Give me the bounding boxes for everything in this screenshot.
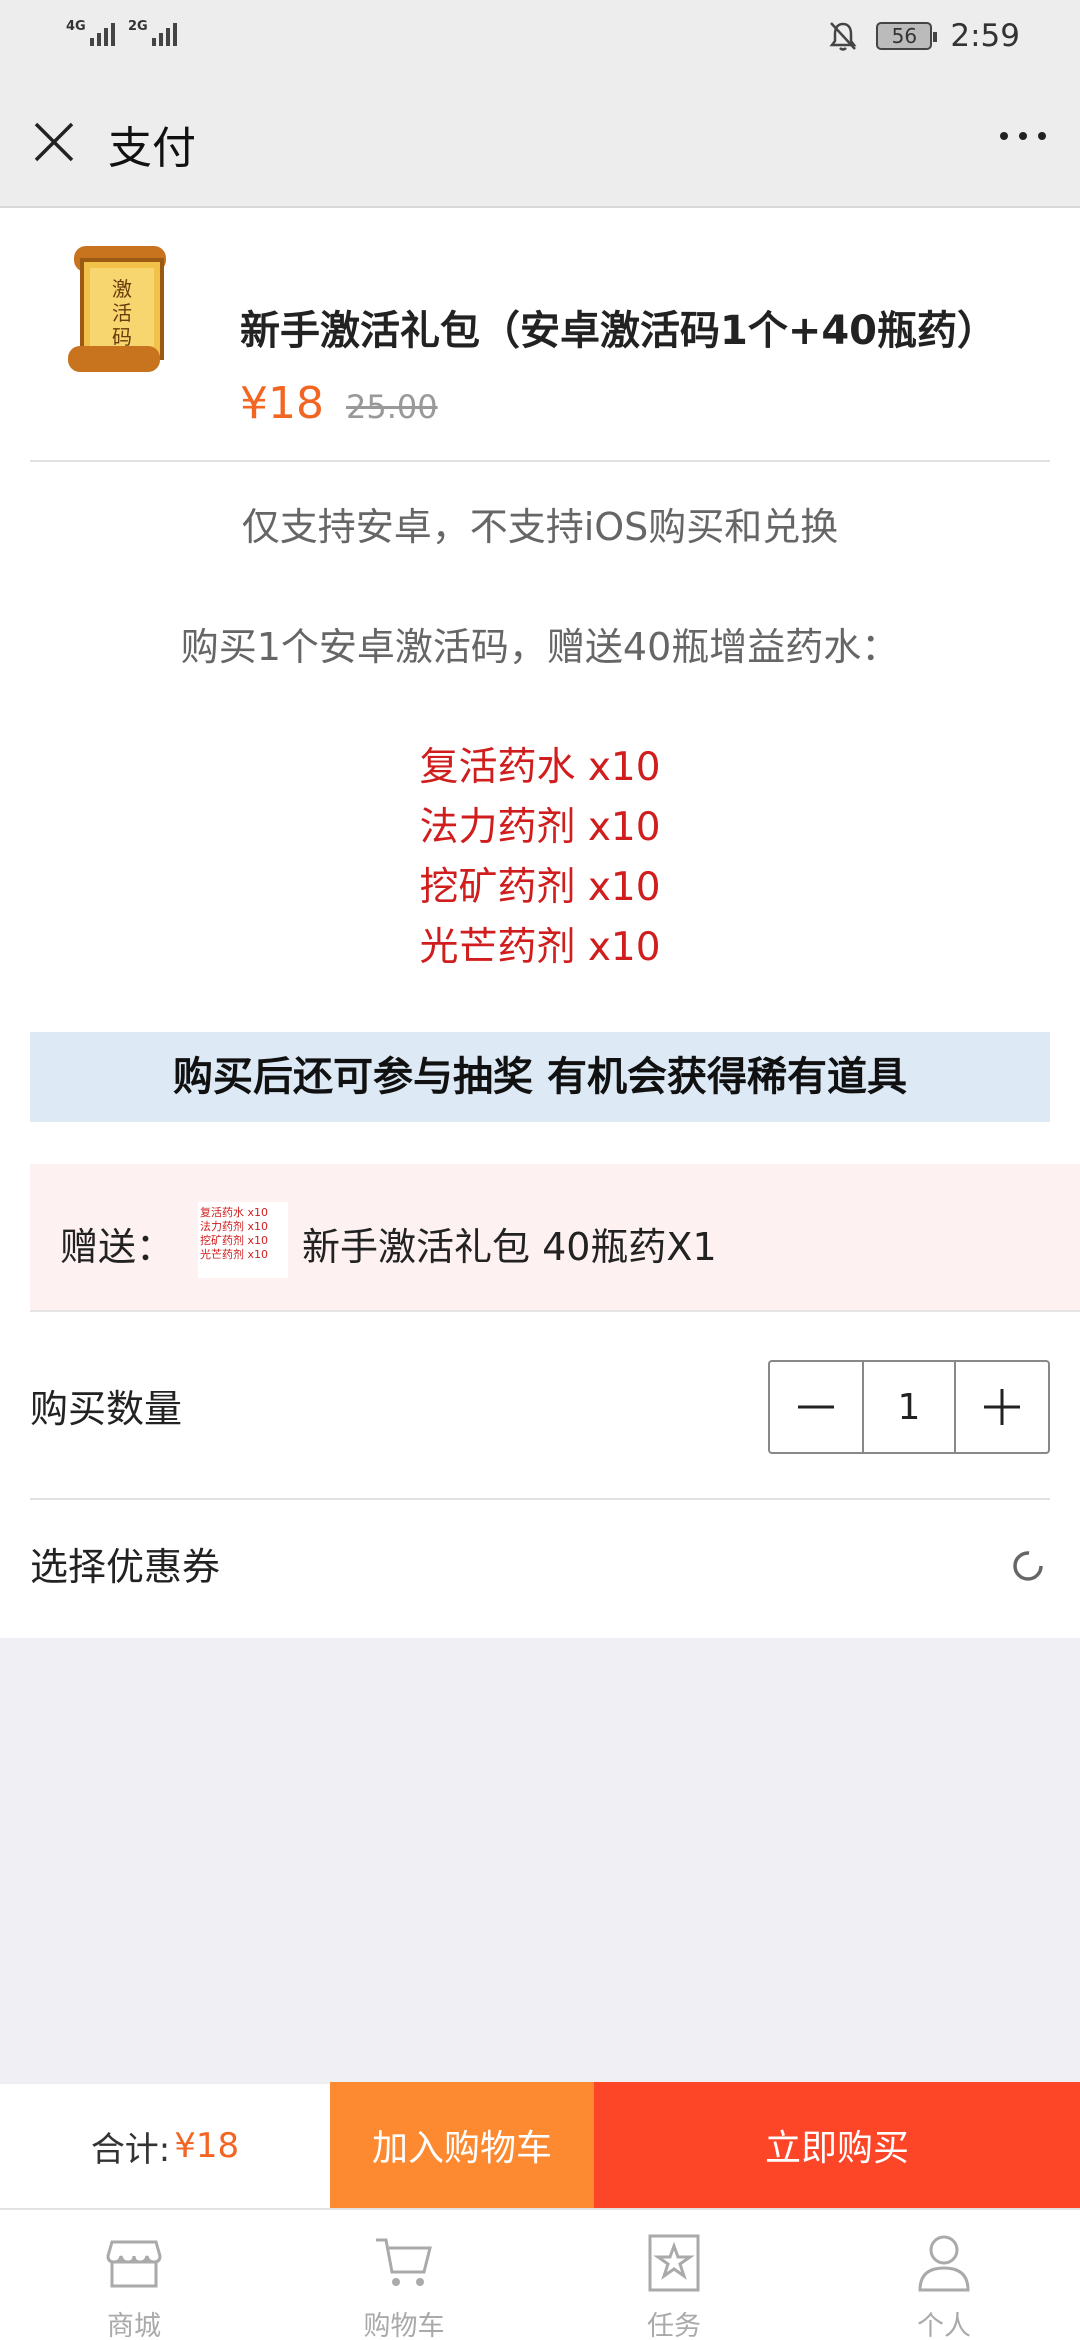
gift-name: 新手激活礼包 40瓶药X1 xyxy=(302,1225,717,1269)
gift-row: 赠送： 复活药水 x10 法力药剂 x10 挖矿药剂 x10 光芒药剂 x10 … xyxy=(30,1164,1080,1312)
loading-spinner-icon xyxy=(1013,1551,1043,1581)
minus-icon xyxy=(798,1405,834,1409)
tab-label: 商城 xyxy=(107,2311,161,2340)
divider xyxy=(30,460,1050,462)
svg-text:活: 活 xyxy=(112,301,132,325)
scroll-icon: 激 活 码 xyxy=(68,246,166,372)
support-notice: 仅支持安卓，不支持iOS购买和兑换 xyxy=(241,505,839,549)
original-price: 25.00 xyxy=(346,388,438,426)
tab-label: 个人 xyxy=(917,2311,971,2340)
plus-icon xyxy=(984,1389,1020,1425)
gift-thumb-line: 法力药剂 x10 xyxy=(200,1220,269,1233)
checkout-bar: 合计: ¥18 加入购物车 立即购买 xyxy=(0,2082,1080,2208)
decrease-button[interactable] xyxy=(770,1362,862,1452)
quantity-label: 购买数量 xyxy=(30,1387,183,1431)
svg-text:码: 码 xyxy=(112,325,132,349)
tab-task[interactable]: 任务 xyxy=(574,2210,774,2340)
add-to-cart-button[interactable]: 加入购物车 xyxy=(330,2082,594,2208)
potion-item: 法力药剂 x10 xyxy=(419,805,661,850)
tab-bar: 商城 购物车 任务 个人 xyxy=(0,2208,1080,2340)
tab-label: 购物车 xyxy=(363,2311,445,2340)
gift-description: 购买1个安卓激活码，赠送40瓶增益药水： xyxy=(180,625,900,669)
page-title: 支付 xyxy=(108,123,196,174)
gift-label: 赠送： xyxy=(60,1225,175,1269)
total-amount: ¥18 xyxy=(174,2126,240,2166)
signal-4g-icon: 4G xyxy=(66,20,115,46)
tab-label: 任务 xyxy=(647,2311,701,2340)
potion-item: 复活药水 x10 xyxy=(419,745,661,790)
tab-profile[interactable]: 个人 xyxy=(844,2210,1044,2340)
nav-bar: 支付 xyxy=(0,72,1080,208)
coupon-selector[interactable]: 选择优惠券 xyxy=(30,1536,220,1591)
gift-thumbnail: 复活药水 x10 法力药剂 x10 挖矿药剂 x10 光芒药剂 x10 xyxy=(198,1202,288,1278)
tab-store[interactable]: 商城 xyxy=(34,2210,234,2340)
total-price: 合计: ¥18 xyxy=(0,2082,330,2208)
network-type-label: 2G xyxy=(128,19,148,34)
network-type-label: 4G xyxy=(66,19,86,34)
quantity-stepper: 1 xyxy=(768,1360,1050,1454)
potion-item: 光芒药剂 x10 xyxy=(419,925,661,970)
cart-icon xyxy=(376,2238,432,2286)
main-content: 激 活 码 新手激活礼包（安卓激活码1个+40瓶药） ¥18 25.00 仅支持… xyxy=(0,208,1080,1638)
increase-button[interactable] xyxy=(956,1362,1048,1452)
gift-thumb-line: 复活药水 x10 xyxy=(200,1206,269,1219)
status-bar: 4G 2G 56 2:59 xyxy=(0,0,1080,72)
store-icon xyxy=(106,2240,162,2288)
more-icon[interactable] xyxy=(1000,132,1046,140)
signal-2g-icon: 2G xyxy=(128,20,177,46)
total-label: 合计: xyxy=(90,2129,171,2170)
product-price: ¥18 xyxy=(240,378,324,429)
quantity-value[interactable]: 1 xyxy=(862,1362,956,1452)
scroll-text: 激 xyxy=(112,277,132,301)
buy-now-button[interactable]: 立即购买 xyxy=(594,2082,1080,2208)
gift-thumb-line: 挖矿药剂 x10 xyxy=(200,1234,269,1247)
lottery-banner: 购买后还可参与抽奖 有机会获得稀有道具 xyxy=(30,1032,1050,1122)
close-icon[interactable] xyxy=(30,118,78,166)
divider xyxy=(30,1498,1050,1500)
battery-icon: 56 xyxy=(876,22,938,50)
mute-bell-icon xyxy=(829,22,857,51)
user-icon xyxy=(918,2235,970,2292)
product-name: 新手激活礼包（安卓激活码1个+40瓶药） xyxy=(240,308,998,354)
potion-item: 挖矿药剂 x10 xyxy=(419,865,661,910)
tab-cart[interactable]: 购物车 xyxy=(304,2210,504,2340)
task-icon xyxy=(648,2234,700,2292)
clock: 2:59 xyxy=(950,18,1020,54)
gift-thumb-line: 光芒药剂 x10 xyxy=(200,1248,269,1261)
